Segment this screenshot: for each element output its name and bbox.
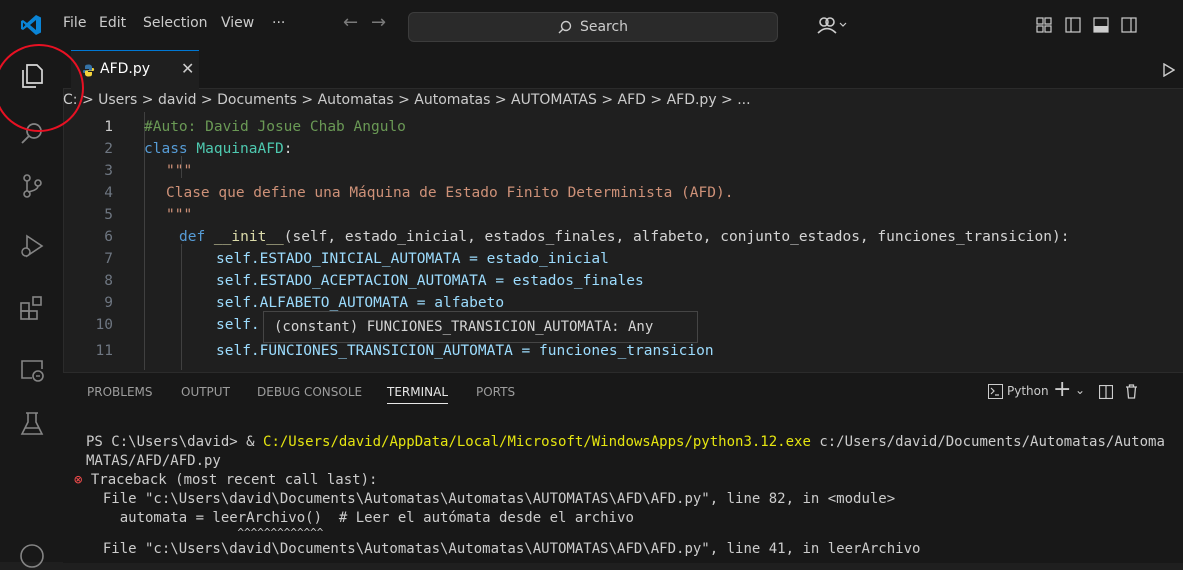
terminal-selector[interactable]: Python — [988, 381, 1049, 401]
tab-terminal[interactable]: TERMINAL — [387, 385, 449, 404]
new-terminal-icon[interactable]: + — [1053, 377, 1071, 402]
trash-icon[interactable] — [1125, 384, 1138, 399]
chevron-down-icon[interactable]: ⌄ — [1075, 383, 1085, 397]
terminal-output[interactable]: PS C:\Users\david> & C:/Users/david/AppD… — [74, 433, 1183, 559]
terminal-icon — [988, 383, 1003, 399]
terminal-line: File "c:\Users\david\Documents\Automatas… — [86, 491, 896, 507]
terminal-line: ^^^^^^^^^^^^^ — [138, 526, 324, 539]
terminal-line: MATAS/AFD/AFD.py — [86, 453, 221, 469]
tab-output[interactable]: OUTPUT — [181, 385, 230, 399]
terminal-line: File "c:\Users\david\Documents\Automatas… — [86, 541, 921, 557]
run-debug-icon[interactable] — [18, 232, 46, 260]
breadcrumb[interactable]: C: > Users > david > Documents > Automat… — [63, 88, 1183, 112]
tab-label: AFD.py — [100, 61, 151, 77]
bottom-panel: PROBLEMS OUTPUT DEBUG CONSOLE TERMINAL P… — [63, 372, 1183, 563]
code-line: 11 self.FUNCIONES_TRANSICION_AUTOMATA = f… — [95, 343, 714, 359]
accounts-icon[interactable] — [815, 16, 847, 34]
code-line: 4 Clase que define una Máquina de Estado … — [104, 185, 734, 201]
code-line: 1 #Auto: David Josue Chab Angulo — [104, 119, 406, 135]
terminal-line: ⊗ Traceback (most recent call last): — [74, 472, 378, 488]
toggle-panel-icon[interactable] — [1093, 17, 1109, 33]
remote-explorer-icon[interactable] — [18, 356, 46, 384]
split-terminal-icon[interactable] — [1099, 385, 1113, 399]
source-control-icon[interactable] — [18, 172, 46, 200]
search-icon — [558, 20, 572, 34]
terminal-label: Python — [1007, 384, 1049, 398]
code-line: 10 self. — [95, 317, 260, 333]
menu-edit[interactable]: Edit — [99, 15, 126, 31]
code-line: 2 class MaquinaAFD: — [104, 141, 293, 157]
tab-ports[interactable]: PORTS — [476, 385, 515, 399]
menu-selection[interactable]: Selection — [143, 15, 208, 31]
accounts-activity-icon[interactable] — [18, 542, 46, 570]
testing-icon[interactable] — [18, 410, 46, 438]
tab-afd-py[interactable]: AFD.py ✕ — [71, 50, 199, 89]
toggle-sidebar-icon[interactable] — [1065, 17, 1081, 33]
extensions-icon[interactable] — [18, 294, 46, 322]
forward-arrow-icon[interactable]: → — [371, 12, 386, 33]
menu-file[interactable]: File — [63, 15, 86, 31]
hover-tooltip: (constant) FUNCIONES_TRANSICION_AUTOMATA… — [263, 311, 698, 343]
vscode-logo-icon — [21, 15, 41, 35]
error-icon: ⊗ — [74, 472, 91, 488]
code-line: 7 self.ESTADO_INICIAL_AUTOMATA = estado_i… — [104, 251, 609, 267]
code-line: 6 def __init__(self, estado_inicial, esta… — [104, 229, 1070, 245]
python-file-icon — [82, 64, 95, 77]
back-arrow-icon[interactable]: ← — [343, 12, 358, 33]
code-line: 3 """ — [104, 163, 193, 179]
customize-layout-icon[interactable] — [1036, 17, 1052, 33]
terminal-line: PS C:\Users\david> & C:/Users/david/AppD… — [86, 434, 1165, 450]
menu-more[interactable]: ··· — [272, 15, 285, 31]
search-label: Search — [579, 19, 629, 35]
close-icon[interactable]: ✕ — [181, 59, 194, 78]
code-line: 8 self.ESTADO_ACEPTACION_AUTOMATA = estad… — [104, 273, 644, 289]
editor-tab-bar: AFD.py ✕ — [63, 50, 1183, 89]
tab-problems[interactable]: PROBLEMS — [87, 385, 153, 399]
search-box[interactable]: Search — [408, 12, 778, 42]
toggle-secondary-sidebar-icon[interactable] — [1121, 17, 1137, 33]
run-file-icon[interactable] — [1163, 63, 1175, 77]
code-line: 5 """ — [104, 207, 193, 223]
tab-debug-console[interactable]: DEBUG CONSOLE — [257, 385, 362, 399]
menu-view[interactable]: View — [221, 15, 254, 31]
title-bar: File Edit Selection View ··· ← → Search — [0, 0, 1183, 50]
